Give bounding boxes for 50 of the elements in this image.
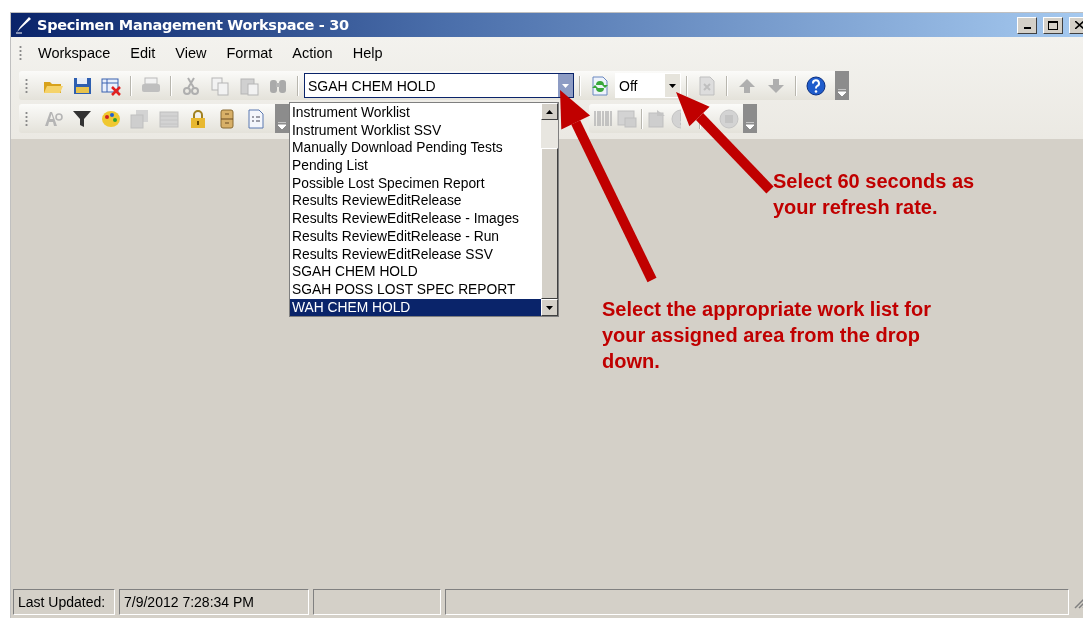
pen-icon — [15, 16, 33, 34]
annotation-text: Select 60 seconds as your refresh rate. — [773, 169, 976, 220]
help-icon[interactable] — [806, 75, 826, 96]
list-item[interactable]: Results ReviewEditRelease — [290, 192, 541, 211]
list-item[interactable]: Instrument Worklist — [290, 104, 541, 122]
caret-icon — [562, 83, 569, 88]
overflow-button[interactable] — [275, 104, 289, 133]
delete-table-icon[interactable] — [101, 75, 121, 96]
list-item[interactable]: Instrument Worklist SSV — [290, 121, 541, 140]
chevron-icon — [746, 122, 754, 130]
list-item[interactable]: Manually Download Pending Tests — [290, 139, 541, 158]
menu-item[interactable]: Workspace — [28, 45, 121, 61]
chevron-icon — [278, 122, 286, 130]
dropdown-field[interactable]: SGAH CHEM HOLD — [304, 73, 574, 98]
list-item[interactable]: WAH CHEM HOLD — [290, 298, 541, 317]
menu-item[interactable]: Format — [216, 45, 283, 61]
minimize-button[interactable] — [1017, 16, 1037, 34]
overflow-button[interactable] — [743, 104, 757, 133]
chevron-icon — [838, 89, 846, 97]
list-item[interactable]: Results ReviewEditRelease - Run — [290, 227, 541, 246]
menu-item[interactable]: Edit — [120, 45, 166, 61]
dropdown-field[interactable]: Off — [615, 73, 681, 98]
window-title: Specimen Management Workspace - 30 — [37, 17, 350, 33]
up-arrow-icon[interactable] — [546, 109, 553, 114]
overflow-button[interactable] — [835, 71, 849, 100]
cabinet-icon[interactable] — [217, 108, 237, 129]
status-label: Last Updated: — [13, 589, 115, 615]
maximize-icon — [1048, 20, 1058, 30]
list-item[interactable]: Results ReviewEditRelease SSV — [290, 245, 541, 264]
list-item[interactable]: Pending List — [290, 157, 541, 175]
close-icon — [1074, 21, 1083, 29]
list-item[interactable]: SGAH POSS LOST SPEC REPORT — [290, 280, 541, 299]
maximize-button[interactable] — [1043, 16, 1063, 34]
list-item[interactable]: Results ReviewEditRelease - Images — [290, 210, 541, 228]
down-arrow-icon[interactable] — [546, 305, 553, 310]
lock-icon[interactable] — [188, 108, 208, 129]
close-button[interactable] — [1069, 16, 1083, 34]
menu-item[interactable]: Action — [282, 45, 343, 61]
menu-item[interactable]: Help — [342, 45, 393, 61]
scrollbar[interactable] — [541, 103, 558, 316]
caret-icon — [669, 83, 676, 88]
status-field: 7/9/2012 7:28:34 PM — [119, 589, 309, 615]
refresh-icon[interactable] — [590, 75, 610, 96]
document-icon[interactable] — [246, 108, 266, 129]
annotation-text: Select the appropriate work list for your assigned area from the drop down. — [602, 297, 932, 374]
filter-icon[interactable] — [72, 108, 92, 129]
list-item[interactable]: Possible Lost Specimen Report — [290, 174, 541, 193]
list-item[interactable]: SGAH CHEM HOLD — [290, 263, 541, 281]
palette-icon[interactable] — [101, 108, 121, 129]
menu-item[interactable]: View — [165, 45, 217, 61]
